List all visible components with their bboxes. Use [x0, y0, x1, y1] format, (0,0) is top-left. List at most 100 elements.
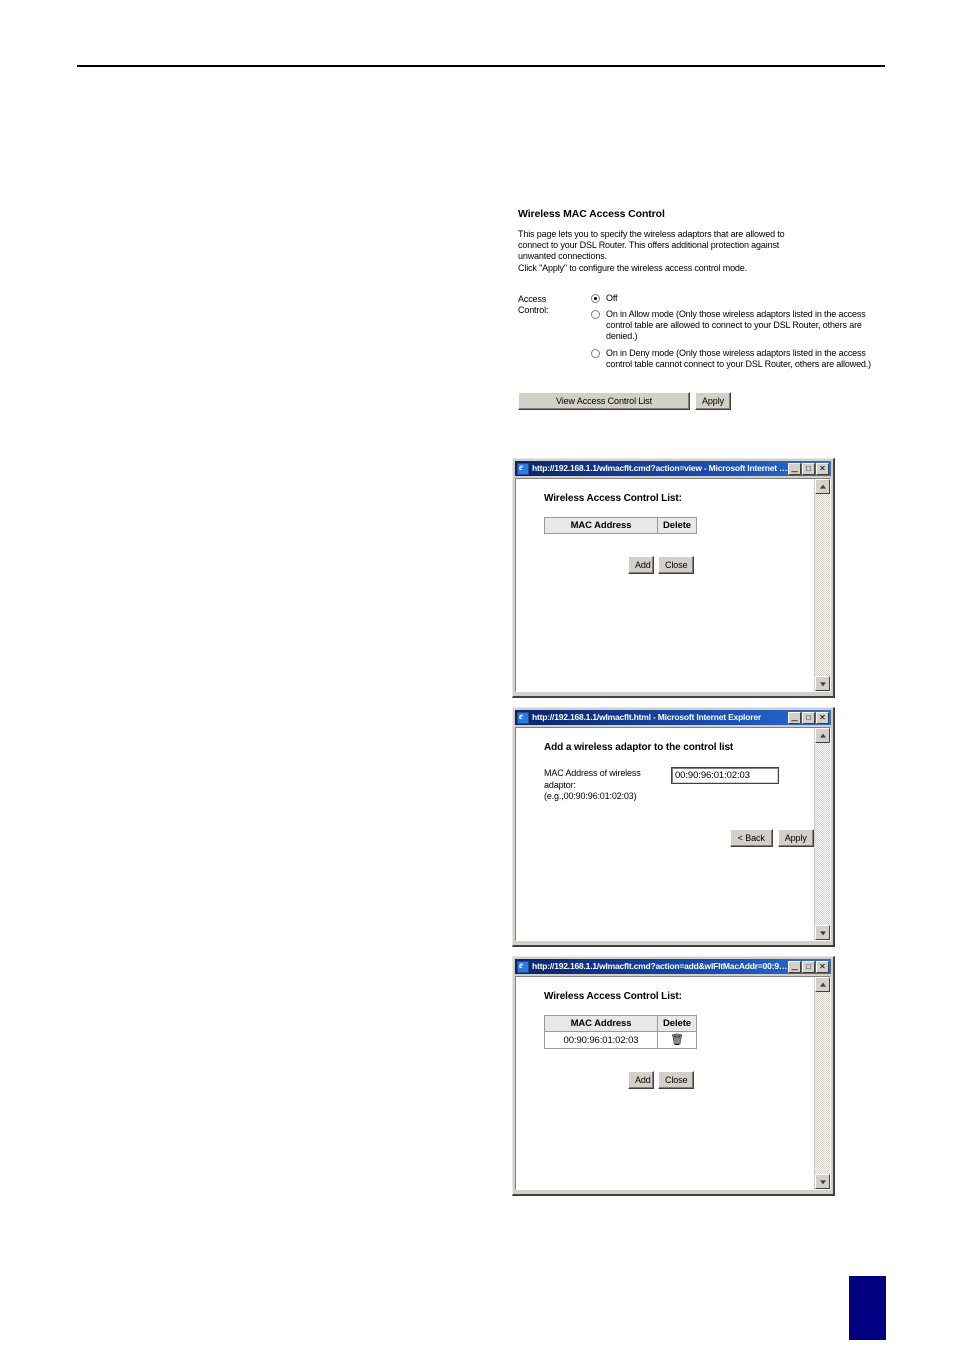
- close-button[interactable]: ✕: [816, 960, 829, 973]
- scroll-up-icon[interactable]: [815, 479, 830, 494]
- access-control-label-line1: Access: [518, 293, 547, 304]
- maximize-button[interactable]: □: [802, 960, 815, 973]
- maximize-icon: □: [806, 961, 811, 971]
- mac-address-input[interactable]: [671, 767, 779, 784]
- window-controls-acl-filled: _ □ ✕: [788, 958, 830, 973]
- access-control-list-table: MAC Address Delete 00:90:96:01:02:03 🗑: [544, 1015, 697, 1049]
- add-button[interactable]: Add: [628, 1071, 654, 1089]
- mac-address-label-line2: adaptor:: [544, 779, 576, 790]
- close-window-button[interactable]: Close: [658, 1071, 694, 1089]
- titlebar-acl-filled[interactable]: http://192.168.1.1/wlmacflt.cmd?action=a…: [515, 959, 831, 974]
- maximize-button[interactable]: □: [802, 462, 815, 475]
- scroll-up-icon[interactable]: [815, 977, 830, 992]
- internet-explorer-icon: [517, 462, 529, 475]
- window-controls-acl-empty: _ □ ✕: [788, 460, 830, 475]
- scroll-up-icon[interactable]: [815, 728, 830, 743]
- radio-label-deny: On in Deny mode (Only those wireless ada…: [606, 347, 871, 369]
- access-control-list-table: MAC Address Delete: [544, 517, 697, 534]
- panel-button-row: View Access Control List Apply: [518, 392, 878, 411]
- vertical-scrollbar[interactable]: [814, 479, 830, 691]
- radio-option-deny[interactable]: On in Deny mode (Only those wireless ada…: [591, 348, 878, 370]
- radio-label-allow: On in Allow mode (Only those wireless ad…: [606, 309, 866, 342]
- scroll-down-icon[interactable]: [815, 676, 830, 691]
- page-content-add-adaptor: Add a wireless adaptor to the control li…: [516, 728, 814, 940]
- maximize-button[interactable]: □: [802, 711, 815, 724]
- mac-address-label-example: (e.g.,00:90:96:01:02:03): [544, 791, 637, 801]
- radio-icon-off[interactable]: [591, 293, 600, 303]
- window-controls-add-adaptor: _ □ ✕: [788, 709, 830, 724]
- table-header-row: MAC Address Delete: [544, 1015, 697, 1032]
- panel-description: This page lets you to specify the wirele…: [518, 229, 878, 274]
- minimize-icon: _: [791, 958, 798, 971]
- column-header-mac-address: MAC Address: [544, 517, 658, 534]
- vertical-scrollbar[interactable]: [814, 977, 830, 1189]
- wireless-mac-access-control-panel: Wireless MAC Access Control This page le…: [518, 208, 878, 411]
- close-button[interactable]: ✕: [816, 462, 829, 475]
- minimize-icon: _: [791, 709, 798, 722]
- acl-button-row: Add Close: [628, 1071, 814, 1089]
- acl-button-row: Add Close: [628, 556, 814, 574]
- ie-window-add-adaptor[interactable]: http://192.168.1.1/wlmacflt.html - Micro…: [512, 707, 835, 947]
- close-icon: ✕: [819, 712, 826, 722]
- window-title-add-adaptor: http://192.168.1.1/wlmacflt.html - Micro…: [532, 712, 761, 722]
- close-button[interactable]: ✕: [816, 711, 829, 724]
- close-icon: ✕: [819, 961, 826, 971]
- internet-explorer-icon: [517, 960, 529, 973]
- table-header-row: MAC Address Delete: [544, 517, 697, 534]
- description-line: This page lets you to specify the wirele…: [518, 229, 785, 239]
- window-body-acl-empty: Wireless Access Control List: MAC Addres…: [515, 478, 831, 692]
- minimize-button[interactable]: _: [788, 460, 801, 475]
- mac-address-label-line1: MAC Address of wireless: [544, 768, 641, 778]
- ie-window-acl-empty[interactable]: http://192.168.1.1/wlmacflt.cmd?action=v…: [512, 458, 835, 698]
- radio-icon-deny[interactable]: [591, 348, 600, 358]
- ie-window-acl-filled[interactable]: http://192.168.1.1/wlmacflt.cmd?action=a…: [512, 956, 835, 1196]
- add-button[interactable]: Add: [628, 556, 654, 574]
- column-header-mac-address: MAC Address: [544, 1015, 658, 1032]
- page-title: Add a wireless adaptor to the control li…: [544, 742, 734, 753]
- apply-button[interactable]: Apply: [777, 828, 814, 847]
- trash-icon[interactable]: 🗑: [670, 1033, 684, 1046]
- cell-delete[interactable]: 🗑: [657, 1031, 697, 1049]
- page-content-acl-filled: Wireless Access Control List: MAC Addres…: [516, 977, 814, 1189]
- close-icon: ✕: [819, 463, 826, 473]
- radio-label-off: Off: [606, 292, 618, 303]
- page-corner-mark: [849, 1276, 886, 1340]
- access-control-form: Access Control: Off On in Allow mode (On…: [518, 293, 878, 370]
- add-adaptor-button-row: < Back Apply: [730, 828, 814, 847]
- page-content-acl-empty: Wireless Access Control List: MAC Addres…: [516, 479, 814, 691]
- view-access-control-list-button[interactable]: View Access Control List: [518, 392, 690, 411]
- window-body-add-adaptor: Add a wireless adaptor to the control li…: [515, 727, 831, 941]
- description-line: unwanted connections.: [518, 251, 607, 262]
- vertical-scrollbar[interactable]: [814, 728, 830, 940]
- scroll-down-icon[interactable]: [815, 925, 830, 940]
- minimize-button[interactable]: _: [788, 709, 801, 724]
- page-title: Wireless Access Control List:: [544, 991, 682, 1002]
- radio-option-off[interactable]: Off: [591, 293, 878, 304]
- window-title-acl-filled: http://192.168.1.1/wlmacflt.cmd?action=a…: [532, 961, 788, 971]
- description-line: Click "Apply" to configure the wireless …: [518, 262, 747, 273]
- mac-address-label: MAC Address of wireless adaptor: (e.g.,0…: [544, 768, 672, 803]
- table-row: 00:90:96:01:02:03 🗑: [544, 1031, 697, 1049]
- maximize-icon: □: [806, 712, 811, 722]
- minimize-icon: _: [791, 460, 798, 473]
- apply-button[interactable]: Apply: [695, 392, 731, 411]
- page-header-rule: [77, 65, 885, 67]
- radio-icon-allow[interactable]: [591, 310, 600, 320]
- column-header-delete: Delete: [657, 1015, 697, 1032]
- titlebar-add-adaptor[interactable]: http://192.168.1.1/wlmacflt.html - Micro…: [515, 710, 831, 725]
- table-body: 00:90:96:01:02:03 🗑: [544, 1031, 697, 1049]
- internet-explorer-icon: [517, 711, 529, 724]
- minimize-button[interactable]: _: [788, 958, 801, 973]
- page-title: Wireless Access Control List:: [544, 493, 682, 504]
- back-button[interactable]: < Back: [730, 828, 773, 847]
- description-line: connect to your DSL Router. This offers …: [518, 240, 780, 251]
- add-adaptor-form: MAC Address of wireless adaptor: (e.g.,0…: [544, 767, 814, 803]
- radio-option-allow[interactable]: On in Allow mode (Only those wireless ad…: [591, 309, 878, 343]
- access-control-label: Access Control:: [518, 293, 580, 316]
- window-title-acl-empty: http://192.168.1.1/wlmacflt.cmd?action=v…: [532, 463, 788, 473]
- close-window-button[interactable]: Close: [658, 556, 694, 574]
- column-header-delete: Delete: [657, 517, 697, 534]
- titlebar-acl-empty[interactable]: http://192.168.1.1/wlmacflt.cmd?action=v…: [515, 461, 831, 476]
- scroll-down-icon[interactable]: [815, 1174, 830, 1189]
- panel-title: Wireless MAC Access Control: [518, 208, 665, 220]
